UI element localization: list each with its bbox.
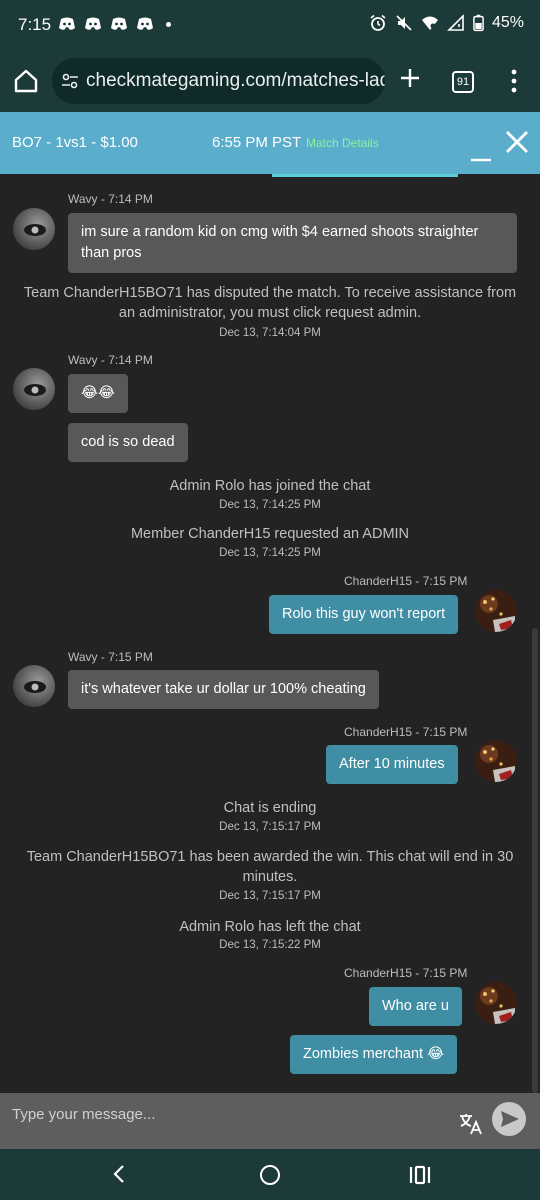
message-bubble: 😂😂 — [68, 374, 128, 413]
battery-percent: 45% — [491, 14, 524, 31]
system-message: Admin Rolo has joined the chat — [169, 478, 371, 494]
discord-icon — [59, 17, 75, 30]
recent-apps-icon[interactable] — [408, 1164, 432, 1186]
avatar — [13, 665, 55, 707]
message-bubble: cod is so dead — [68, 423, 188, 462]
battery-icon — [473, 14, 484, 32]
chat-area[interactable]: Wavy - 7:14 PM im sure a random kid on c… — [0, 177, 540, 1093]
url-text: checkmategaming.com/matches-ladd — [86, 70, 385, 91]
signal-icon — [447, 14, 464, 31]
message-author: Wavy - 7:15 PM — [68, 650, 153, 664]
match-header: BO7 - 1vs1 - $1.00 6:55 PM PST Match Det… — [0, 112, 540, 174]
system-message: Admin Rolo has left the chat — [179, 919, 361, 935]
discord-icon — [111, 17, 127, 30]
system-message: Team ChanderH15BO71 has disputed the mat… — [23, 285, 517, 321]
new-tab-icon[interactable] — [399, 67, 421, 89]
match-title: BO7 - 1vs1 - $1.00 — [12, 134, 138, 151]
browser-toolbar: checkmategaming.com/matches-ladd 91 — [0, 50, 540, 112]
back-icon[interactable] — [108, 1163, 130, 1185]
message-author: ChanderH15 - 7:15 PM — [344, 574, 468, 588]
discord-icon — [137, 17, 153, 30]
home-icon[interactable] — [12, 67, 40, 95]
system-message: Chat is ending — [223, 800, 317, 816]
message-bubble: After 10 minutes — [326, 745, 458, 784]
mute-icon — [396, 15, 412, 31]
tab-switcher-button[interactable]: 91 — [452, 71, 474, 93]
status-bar: 7:15 45% — [0, 0, 540, 50]
alarm-icon — [370, 14, 386, 31]
system-icons: 45% — [369, 14, 524, 32]
dot-icon — [166, 21, 171, 27]
discord-icon — [85, 17, 101, 30]
chat-scrollbar[interactable] — [532, 628, 538, 1093]
message-bubble: Rolo this guy won't report — [269, 595, 459, 634]
close-icon[interactable] — [505, 130, 529, 154]
address-bar[interactable]: checkmategaming.com/matches-ladd — [52, 58, 385, 104]
send-button[interactable] — [492, 1102, 526, 1136]
system-message: Member ChanderH15 requested an ADMIN — [130, 526, 410, 542]
system-timestamp: Dec 13, 7:15:17 PM — [219, 890, 321, 902]
message-input[interactable] — [12, 1101, 442, 1127]
match-details-link[interactable]: Match Details — [306, 136, 379, 150]
system-timestamp: Dec 13, 7:14:25 PM — [219, 499, 321, 511]
more-menu-icon[interactable] — [506, 67, 522, 95]
message-bubble: Who are u — [369, 987, 462, 1026]
message-bubble: it's whatever take ur dollar ur 100% che… — [68, 670, 379, 709]
message-author: Wavy - 7:14 PM — [68, 353, 153, 367]
avatar — [475, 740, 517, 782]
notification-icons — [58, 16, 171, 32]
send-icon — [501, 1111, 519, 1127]
message-author: ChanderH15 - 7:15 PM — [344, 725, 468, 739]
message-bubble: Zombies merchant 😂 — [290, 1035, 458, 1074]
message-input-bar — [0, 1093, 540, 1149]
screen: 7:15 45% checkmategaming.com/matches-lad… — [0, 0, 540, 1200]
message-author: Wavy - 7:14 PM — [68, 192, 153, 206]
site-settings-icon[interactable] — [60, 71, 80, 91]
match-time: 6:55 PM PST — [212, 134, 302, 151]
message-bubble: im sure a random kid on cmg with $4 earn… — [68, 213, 517, 273]
wifi-icon — [421, 16, 438, 30]
minimize-icon[interactable] — [470, 140, 492, 162]
avatar — [475, 982, 517, 1024]
home-nav-icon[interactable] — [260, 1165, 280, 1185]
avatar — [475, 590, 517, 632]
avatar — [13, 208, 55, 250]
system-timestamp: Dec 13, 7:14:25 PM — [219, 547, 321, 559]
status-time: 7:15 — [18, 15, 52, 34]
system-message: Team ChanderH15BO71 has been awarded the… — [26, 849, 514, 885]
avatar — [13, 368, 55, 410]
system-timestamp: Dec 13, 7:15:17 PM — [219, 821, 321, 833]
system-timestamp: Dec 13, 7:15:22 PM — [219, 939, 321, 951]
translate-icon[interactable] — [458, 1112, 484, 1136]
system-nav-bar — [0, 1149, 540, 1200]
message-author: ChanderH15 - 7:15 PM — [344, 966, 468, 980]
system-timestamp: Dec 13, 7:14:04 PM — [219, 327, 321, 339]
